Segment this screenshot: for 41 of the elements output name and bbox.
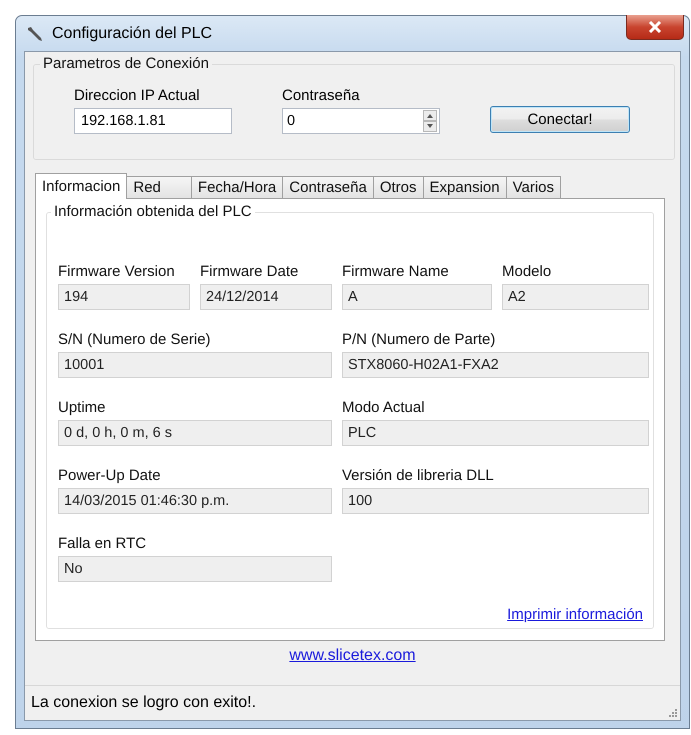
read-only-field: A2 — [502, 284, 649, 310]
connect-button[interactable]: Conectar! — [490, 106, 630, 133]
website-link[interactable]: www.slicetex.com — [289, 647, 416, 665]
field-label: Falla en RTC — [58, 535, 146, 552]
field-label: Firmware Name — [342, 263, 449, 280]
field-label: Uptime — [58, 399, 106, 416]
close-icon — [648, 21, 662, 33]
read-only-field: 10001 — [58, 352, 332, 378]
read-only-field: 194 — [58, 284, 190, 310]
read-only-field: PLC — [342, 420, 649, 446]
field-label: Firmware Date — [200, 263, 298, 280]
field-label: P/N (Numero de Parte) — [342, 331, 496, 348]
field-label: Firmware Version — [58, 263, 175, 280]
ip-label: Direccion IP Actual — [74, 87, 200, 104]
tab[interactable]: Informacion — [35, 173, 128, 199]
tab[interactable]: Varios — [506, 176, 561, 198]
read-only-field: No — [58, 556, 332, 582]
window-title: Configuración del PLC — [52, 24, 212, 42]
read-only-field: 24/12/2014 — [200, 284, 332, 310]
read-only-field: A — [342, 284, 492, 310]
status-text: La conexion se logro con exito!. — [31, 694, 256, 712]
read-only-field: 14/03/2015 01:46:30 p.m. — [58, 488, 332, 514]
resize-grip-icon — [667, 707, 677, 717]
field-label: Modelo — [502, 263, 552, 280]
tab[interactable]: Expansion — [422, 176, 507, 198]
read-only-field: STX8060-H02A1-FXA2 — [342, 352, 649, 378]
tab[interactable]: Red — [126, 176, 192, 198]
field-label: Modo Actual — [342, 399, 425, 416]
print-link[interactable]: Imprimir información — [507, 606, 643, 623]
field-label: S/N (Numero de Serie) — [58, 331, 211, 348]
ip-input-field[interactable]: 192.168.1.81 — [74, 108, 232, 134]
tab[interactable]: Contraseña — [282, 176, 374, 198]
tab[interactable]: Otros — [372, 176, 424, 198]
read-only-field: 0 d, 0 h, 0 m, 6 s — [58, 420, 332, 446]
field-label: Power-Up Date — [58, 467, 161, 484]
field-label: Versión de libreria DLL — [342, 467, 494, 484]
tab[interactable]: Fecha/Hora — [190, 176, 284, 198]
password-spin-field[interactable]: 0 — [282, 108, 440, 134]
read-only-field: 100 — [342, 488, 649, 514]
password-label: Contraseña — [282, 87, 360, 104]
close-button[interactable] — [626, 15, 684, 40]
